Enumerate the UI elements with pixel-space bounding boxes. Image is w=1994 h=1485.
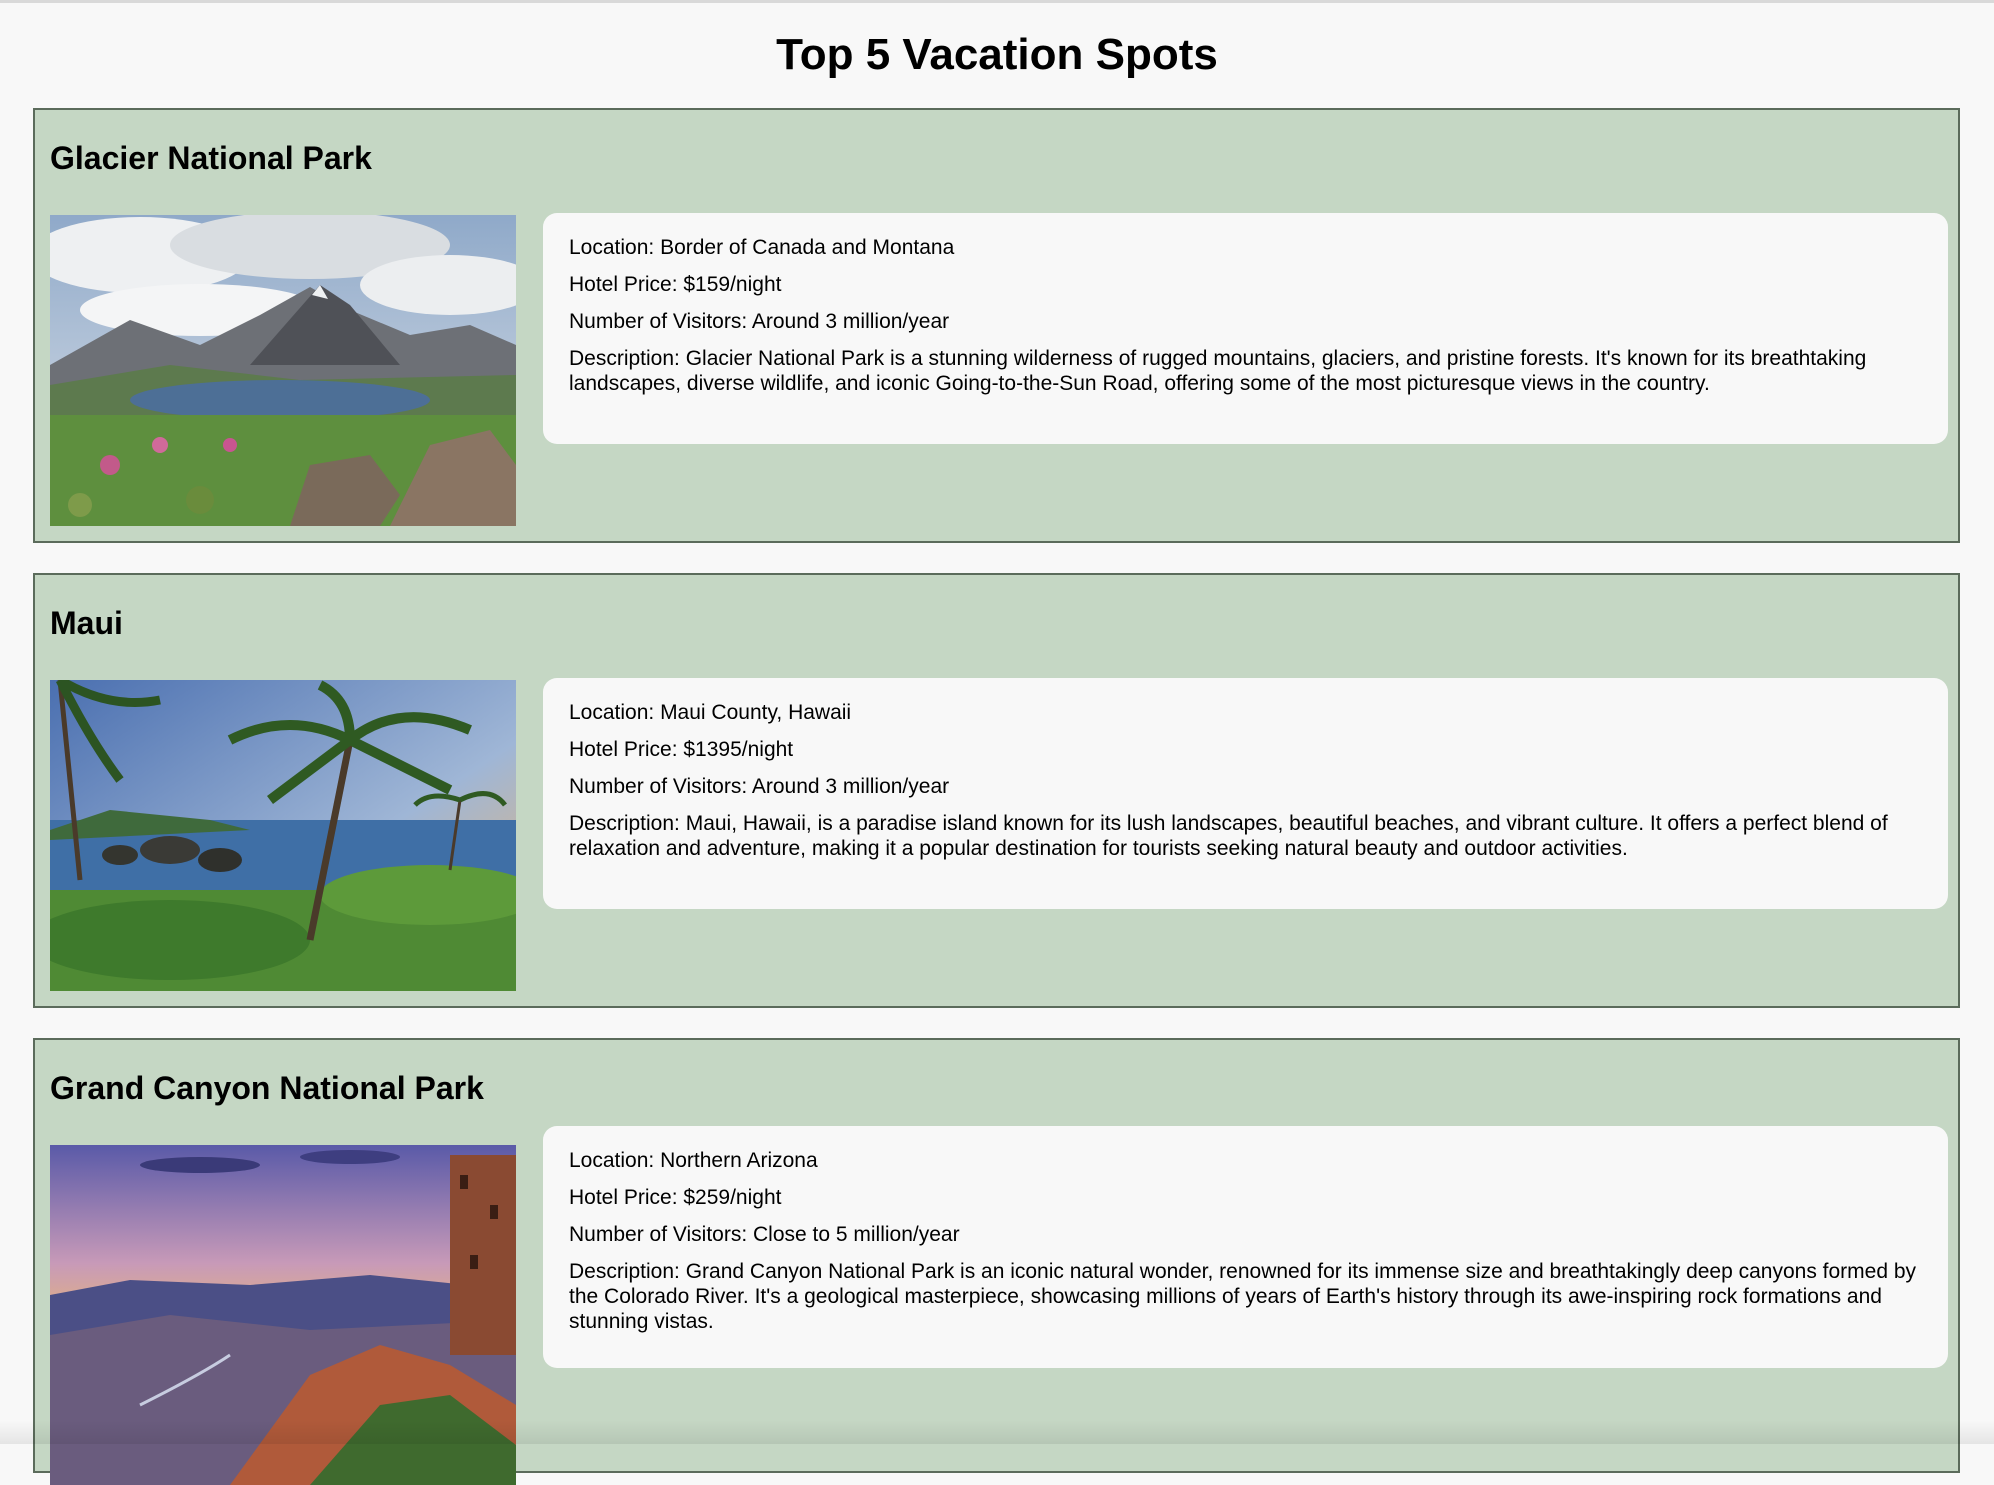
spot-location: Location: Northern Arizona bbox=[569, 1149, 818, 1172]
spot-info-card: Location: Border of Canada and Montana H… bbox=[543, 213, 1948, 444]
spot-visitors: Number of Visitors: Close to 5 million/y… bbox=[569, 1223, 960, 1246]
spot-card-maui: Maui Location: Maui County, Hawaii Hotel… bbox=[33, 573, 1960, 1008]
spot-title: Glacier National Park bbox=[50, 140, 372, 176]
top-border bbox=[0, 0, 1994, 3]
canyon-sunset-photo bbox=[50, 1145, 516, 1485]
mountain-lake-photo bbox=[50, 215, 516, 526]
spot-info-card: Location: Maui County, Hawaii Hotel Pric… bbox=[543, 678, 1948, 909]
spot-title: Maui bbox=[50, 605, 123, 641]
spot-card-grand-canyon: Grand Canyon National Park Location: Nor… bbox=[33, 1038, 1960, 1485]
spot-hotel-price: Hotel Price: $159/night bbox=[569, 273, 782, 296]
spot-card-glacier: Glacier National Park Location: Border o… bbox=[33, 108, 1960, 543]
spot-description: Description: Glacier National Park is a … bbox=[569, 347, 1867, 395]
spot-visitors: Number of Visitors: Around 3 million/yea… bbox=[569, 775, 950, 798]
spot-hotel-price: Hotel Price: $1395/night bbox=[569, 738, 794, 761]
spot-description: Description: Maui, Hawaii, is a paradise… bbox=[569, 812, 1888, 860]
spot-title: Grand Canyon National Park bbox=[50, 1070, 484, 1106]
page-title: Top 5 Vacation Spots bbox=[776, 30, 1218, 79]
spot-location: Location: Maui County, Hawaii bbox=[569, 701, 852, 724]
tropical-palm-photo bbox=[50, 680, 516, 991]
spot-info-card: Location: Northern Arizona Hotel Price: … bbox=[543, 1126, 1948, 1368]
spot-hotel-price: Hotel Price: $259/night bbox=[569, 1186, 782, 1209]
spot-location: Location: Border of Canada and Montana bbox=[569, 236, 955, 259]
spot-description: Description: Grand Canyon National Park … bbox=[569, 1260, 1917, 1333]
spot-visitors: Number of Visitors: Around 3 million/yea… bbox=[569, 310, 950, 333]
